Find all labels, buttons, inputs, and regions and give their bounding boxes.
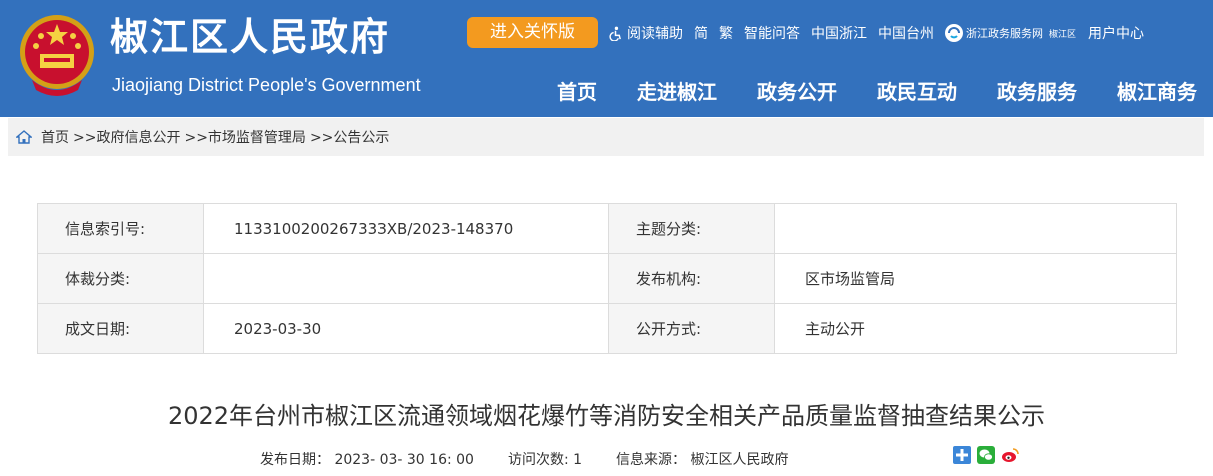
visit-count: 访问次数: 1	[507, 452, 583, 468]
nav-home[interactable]: 首页	[557, 76, 597, 105]
written-date-label: 成文日期:	[37, 303, 204, 354]
breadcrumb-market-bureau[interactable]: >>市场监督管理局	[184, 127, 305, 147]
nav-about-jiaojiang[interactable]: 走进椒江	[637, 76, 717, 105]
article-title: 2022年台州市椒江区流通领域烟花爆竹等消防安全相关产品质量监督抽查结果公示	[167, 402, 1046, 430]
gov-service-logo-icon	[945, 24, 963, 42]
site-title: 椒江区人民政府	[110, 15, 391, 59]
written-date-value: 2023-03-30	[203, 303, 609, 354]
zhejiang-link[interactable]: 中国浙江	[811, 23, 867, 43]
nav-gov-services[interactable]: 政务服务	[997, 76, 1077, 105]
gov-service-sub-label: 椒江区	[1049, 29, 1077, 40]
wechat-icon[interactable]	[977, 446, 995, 464]
simplified-link[interactable]: 简	[694, 23, 708, 43]
info-source: 信息来源： 椒江区人民政府	[616, 452, 789, 468]
reading-aid-link[interactable]: 阅读辅助	[608, 23, 683, 43]
table-row: 体裁分类: 发布机构: 区市场监管局	[37, 253, 1177, 304]
gov-service-label: 浙江政务服务网	[966, 27, 1043, 40]
gov-service-link[interactable]: 浙江政务服务网	[945, 24, 1043, 42]
article-meta: 发布日期： 2023- 03- 30 16: 00 访问次数: 1 信息来源： …	[260, 449, 789, 469]
publish-date: 发布日期： 2023- 03- 30 16: 00	[260, 452, 474, 468]
national-emblem-icon	[20, 15, 94, 96]
main-nav: 首页 走进椒江 政务公开 政民互动 政务服务 椒江商务	[557, 76, 1197, 105]
table-row: 信息索引号: 113310020026733ЗXB/2023-148370 主题…	[37, 203, 1177, 254]
publisher-label: 发布机构:	[608, 253, 775, 304]
disclosure-method-label: 公开方式:	[608, 303, 775, 354]
smart-qa-link[interactable]: 智能问答	[744, 23, 800, 43]
genre-label: 体裁分类:	[37, 253, 204, 304]
taizhou-link[interactable]: 中国台州	[878, 23, 934, 43]
nav-gov-affairs-open[interactable]: 政务公开	[757, 76, 837, 105]
topic-label: 主题分类:	[608, 203, 775, 254]
traditional-link[interactable]: 繁	[719, 23, 733, 43]
table-row: 成文日期: 2023-03-30 公开方式: 主动公开	[37, 303, 1177, 354]
accessibility-icon	[609, 26, 621, 41]
nav-commerce[interactable]: 椒江商务	[1117, 76, 1197, 105]
breadcrumb-announcements[interactable]: >>公告公示	[310, 127, 389, 147]
share-bar	[953, 446, 1025, 464]
nav-interaction[interactable]: 政民互动	[877, 76, 957, 105]
index-number-label: 信息索引号:	[37, 203, 204, 254]
disclosure-method-value: 主动公开	[774, 303, 1177, 354]
top-links: 阅读辅助 简 繁 智能问答 中国浙江 中国台州 浙江政务服务网 椒江区 用户中心	[608, 22, 1155, 44]
genre-value	[203, 253, 609, 304]
home-icon	[16, 130, 32, 144]
plus-share-icon[interactable]	[953, 446, 971, 464]
user-center-link[interactable]: 用户中心	[1088, 23, 1144, 43]
breadcrumb-home[interactable]: 首页	[41, 127, 69, 147]
reading-aid-label: 阅读辅助	[627, 26, 683, 42]
care-mode-button[interactable]: 进入关怀版	[467, 17, 598, 48]
breadcrumb-gov-info[interactable]: >>政府信息公开	[73, 127, 180, 147]
info-metadata-table: 信息索引号: 113310020026733ЗXB/2023-148370 主题…	[37, 203, 1177, 354]
site-subtitle: Jiaojiang District People's Government	[112, 75, 421, 95]
topic-value	[774, 203, 1177, 254]
index-number-value: 113310020026733ЗXB/2023-148370	[203, 203, 609, 254]
breadcrumb: 首页 >>政府信息公开 >>市场监督管理局 >>公告公示	[8, 118, 1204, 156]
weibo-icon[interactable]	[1001, 446, 1019, 464]
site-header: 椒江区人民政府 Jiaojiang District People's Gove…	[0, 0, 1213, 117]
publisher-value: 区市场监管局	[774, 253, 1177, 304]
